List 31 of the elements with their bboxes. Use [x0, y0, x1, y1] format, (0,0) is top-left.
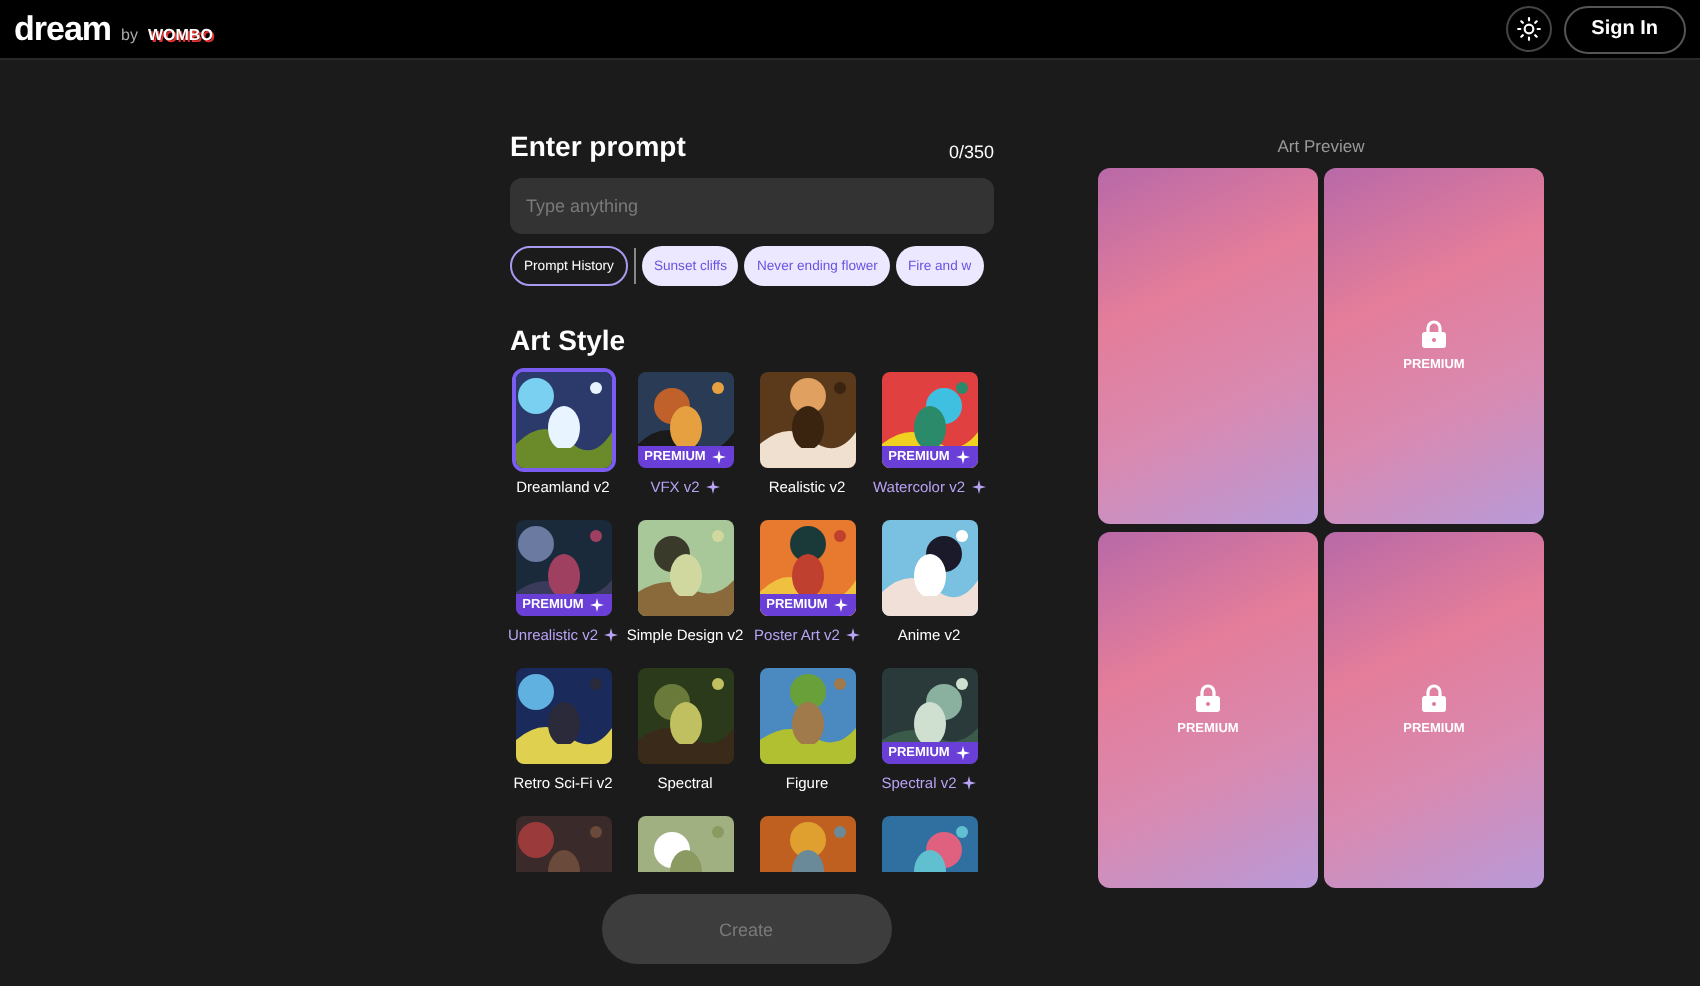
logo[interactable]: dream [14, 9, 112, 49]
style-thumbnail[interactable] [511, 368, 615, 472]
lock-icon [1422, 320, 1446, 348]
by-text: by [121, 25, 138, 43]
style-thumbnail[interactable] [633, 664, 737, 768]
sun-icon [1515, 16, 1542, 42]
sparkle-icon [971, 480, 985, 494]
style-thumbnail[interactable] [511, 664, 615, 768]
character-counter: 0/350 [948, 142, 994, 162]
theme-toggle[interactable] [1505, 6, 1552, 52]
style-thumbnail[interactable] [755, 664, 859, 768]
sparkle-icon [955, 450, 970, 464]
style-thumbnail[interactable] [633, 516, 737, 620]
lock-icon [1422, 684, 1446, 712]
sparkle-icon [711, 450, 726, 464]
sign-in-button[interactable]: Sign In [1563, 5, 1686, 53]
style-thumbnail[interactable] [755, 368, 859, 472]
sparkle-icon [962, 776, 977, 790]
prompt-title: Enter prompt [510, 130, 686, 162]
sparkle-icon [604, 628, 618, 642]
sparkle-icon [705, 480, 720, 494]
sparkle-icon [845, 628, 860, 642]
lock-icon [1196, 684, 1220, 712]
sparkle-icon [589, 598, 604, 612]
preview-title: Art Preview [1277, 136, 1365, 156]
prompt-input[interactable]: Type anything [510, 178, 994, 234]
style-thumbnail[interactable] [877, 516, 981, 620]
art-style-title: Art Style [510, 324, 628, 356]
sparkle-icon [955, 746, 970, 760]
brand-logo[interactable]: WOMBO [147, 25, 213, 43]
sparkle-icon [833, 598, 848, 612]
